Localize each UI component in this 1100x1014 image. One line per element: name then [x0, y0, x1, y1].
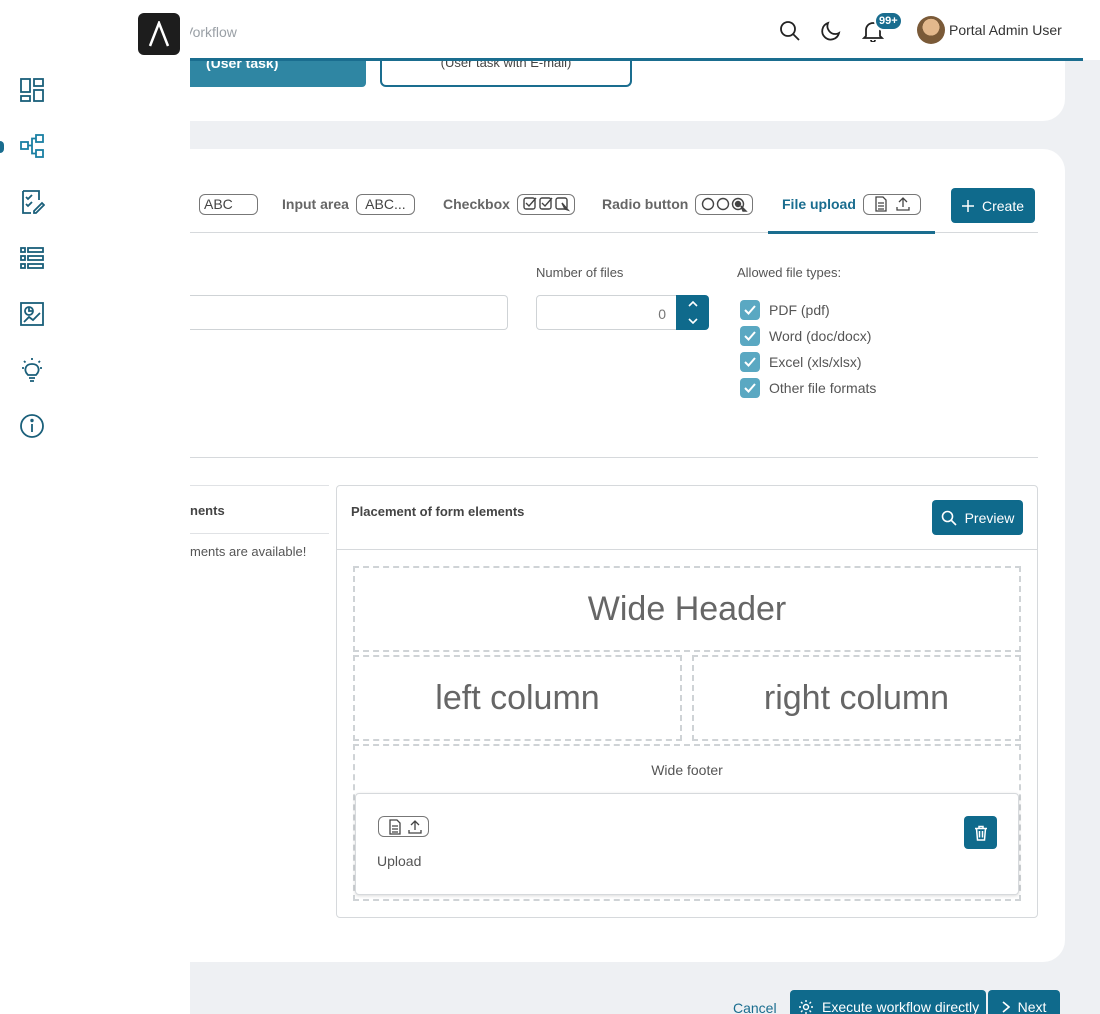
wide-header-zone[interactable]: Wide Header: [353, 566, 1021, 652]
checkbox[interactable]: [740, 300, 760, 320]
tab-label: Checkbox: [443, 196, 510, 212]
placement-panel-title: Placement of form elements: [351, 504, 525, 519]
execute-workflow-button[interactable]: Execute workflow directly: [790, 990, 986, 1014]
info-icon[interactable]: [16, 410, 48, 442]
app-logo[interactable]: [138, 13, 180, 55]
tab-label: Radio button: [602, 196, 689, 212]
left-column-zone[interactable]: left column: [353, 655, 682, 741]
checkbox[interactable]: [740, 326, 760, 346]
file-upload-icon: [378, 816, 429, 837]
stepper-up-icon[interactable]: [676, 295, 709, 312]
checkbox-label: Word (doc/docx): [769, 328, 872, 344]
avatar[interactable]: [917, 16, 945, 44]
workflow-icon[interactable]: [16, 130, 48, 162]
stepper-down-icon[interactable]: [676, 312, 709, 329]
reports-icon[interactable]: [16, 298, 48, 330]
checkbox-group-icon: [516, 193, 575, 215]
available-elements-top-border: [190, 485, 329, 486]
section-divider: [190, 457, 1038, 458]
available-elements-divider: [190, 533, 329, 534]
lightbulb-icon[interactable]: [16, 354, 48, 386]
number-of-files-label: Number of files: [536, 265, 624, 280]
element-label-input[interactable]: [190, 295, 508, 330]
file-type-pdf[interactable]: PDF (pdf): [740, 300, 830, 320]
file-type-other[interactable]: Other file formats: [740, 378, 876, 398]
sidebar: [0, 0, 190, 1014]
create-button[interactable]: Create: [951, 188, 1035, 223]
user-name[interactable]: Portal Admin User: [949, 22, 1062, 38]
tab-input-area[interactable]: Input area ABC...: [282, 189, 415, 219]
tab-label: File upload: [782, 196, 856, 212]
trash-icon: [974, 825, 987, 841]
available-elements-message: ments are available!: [190, 544, 307, 559]
gear-icon: [799, 1000, 813, 1014]
search-icon[interactable]: [778, 19, 802, 43]
checkbox-label: Other file formats: [769, 380, 877, 396]
available-elements-title: nents: [190, 503, 225, 518]
upload-form-element[interactable]: Upload: [355, 793, 1019, 895]
file-type-word[interactable]: Word (doc/docx): [740, 326, 871, 346]
top-header: Vorkflow 99+ Portal Admin User: [184, 0, 1100, 60]
number-of-files-input[interactable]: 0: [536, 295, 677, 330]
active-nav-indicator: [0, 141, 4, 153]
file-type-excel[interactable]: Excel (xls/xlsx): [740, 352, 862, 372]
tab-text-field[interactable]: ABC: [192, 189, 258, 219]
file-upload-icon: [862, 193, 921, 215]
active-tab-indicator: [768, 231, 935, 234]
radio-group-icon: [695, 193, 754, 215]
quantity-stepper[interactable]: [676, 295, 709, 330]
checkbox[interactable]: [740, 378, 760, 398]
tab-file-upload[interactable]: File upload: [782, 189, 921, 219]
plus-icon: [961, 199, 974, 212]
tab-checkbox[interactable]: Checkbox: [443, 189, 575, 219]
wide-footer-label: Wide footer: [651, 762, 723, 778]
checkbox-label: Excel (xls/xlsx): [769, 354, 862, 370]
checkbox-label: PDF (pdf): [769, 302, 830, 318]
next-button[interactable]: Next: [988, 990, 1060, 1014]
search-icon: [941, 510, 957, 526]
checkbox[interactable]: [740, 352, 760, 372]
allowed-file-types-label: Allowed file types:: [737, 265, 842, 280]
notification-badge: 99+: [874, 11, 903, 31]
input-area-icon: ABC...: [355, 193, 415, 215]
dark-mode-icon[interactable]: [819, 19, 843, 43]
preview-button[interactable]: Preview: [932, 500, 1023, 535]
tab-radio-button[interactable]: Radio button: [602, 189, 754, 219]
upload-element-label: Upload: [377, 853, 422, 869]
header-accent-line: [190, 58, 1083, 61]
breadcrumb[interactable]: Vorkflow: [184, 24, 237, 40]
delete-button[interactable]: [964, 816, 997, 849]
cancel-link[interactable]: Cancel: [733, 1000, 777, 1014]
chevron-right-icon: [1002, 1001, 1010, 1013]
dashboard-icon[interactable]: [16, 74, 48, 106]
tasks-icon[interactable]: [16, 186, 48, 218]
right-column-zone[interactable]: right column: [692, 655, 1021, 741]
list-icon[interactable]: [16, 242, 48, 274]
text-field-icon: ABC: [199, 193, 258, 215]
tab-label: Input area: [282, 196, 349, 212]
